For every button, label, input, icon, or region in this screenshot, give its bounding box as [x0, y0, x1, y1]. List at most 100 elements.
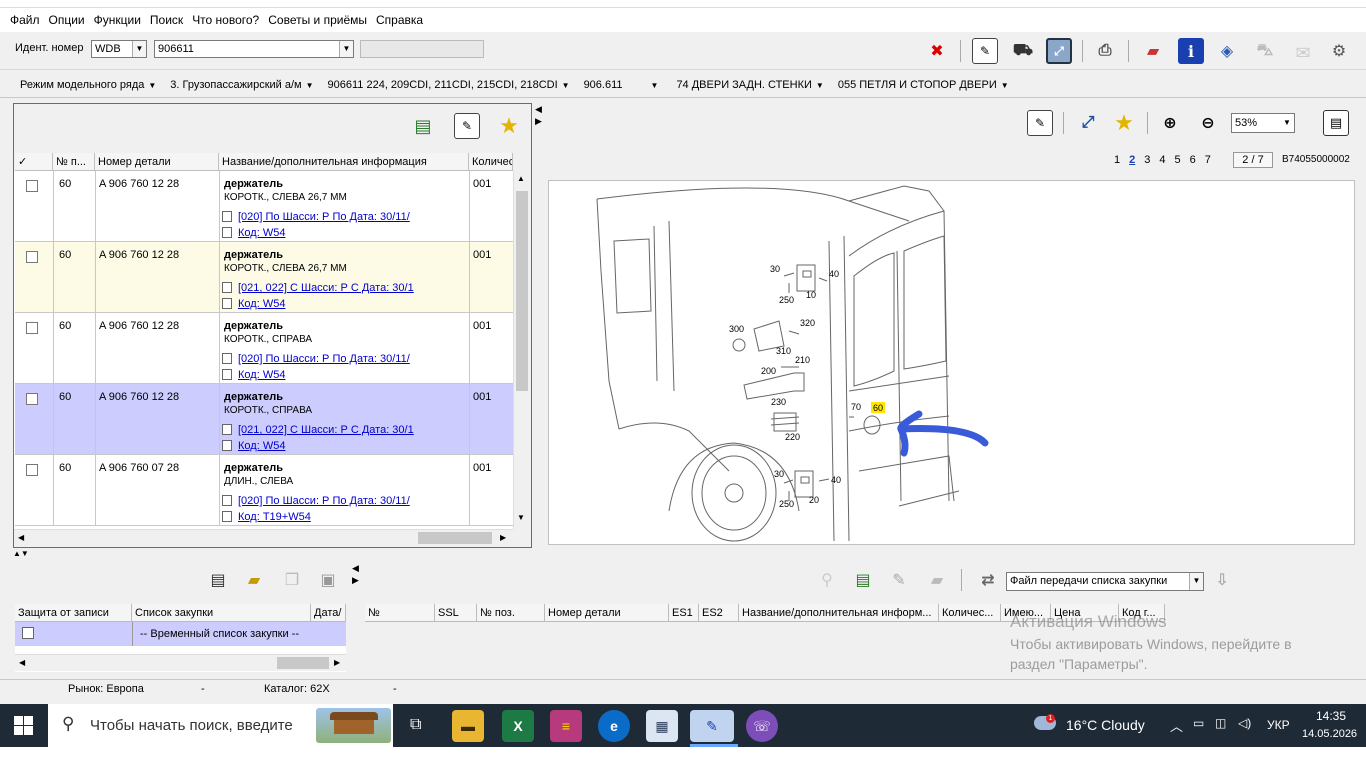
- export-icon[interactable]: ⇩: [1209, 567, 1235, 593]
- row-chassis-link[interactable]: [021, 022] С Шасси: Р С Дата: 30/1: [222, 424, 414, 436]
- transfer-col-6[interactable]: Название/дополнительная информ...: [739, 604, 939, 622]
- notes-icon[interactable]: ✎: [1027, 110, 1053, 136]
- book-icon[interactable]: ◈: [1214, 38, 1240, 64]
- splitter-arrows-icon[interactable]: ▲▼: [13, 549, 29, 558]
- scroll-left-icon[interactable]: ◀: [19, 658, 25, 667]
- new-list-icon[interactable]: ▤: [205, 567, 231, 593]
- add-part-icon[interactable]: ▤: [850, 567, 876, 593]
- horizontal-scrollbar[interactable]: ◀ ▶: [14, 529, 513, 546]
- page-link-6[interactable]: 6: [1190, 154, 1196, 166]
- scroll-left-icon[interactable]: ◀: [18, 533, 24, 542]
- transfer-col-5[interactable]: ES2: [699, 604, 739, 622]
- row-chassis-link[interactable]: [020] По Шасси: Р По Дата: 30/11/: [222, 353, 410, 365]
- clock-date[interactable]: 14.05.2026: [1302, 728, 1357, 740]
- row-code-link[interactable]: Код: W54: [222, 369, 285, 381]
- nav-model[interactable]: 906611 224, 209CDI, 211CDI, 215CDI, 218C…: [328, 79, 570, 91]
- collapse-left-icon[interactable]: ◀: [352, 563, 359, 574]
- transfer-col-7[interactable]: Количес...: [939, 604, 1001, 622]
- file-explorer-icon[interactable]: ▬: [452, 710, 484, 742]
- excel-icon[interactable]: X: [502, 710, 534, 742]
- ident-extra-field[interactable]: [360, 40, 484, 58]
- edge-icon[interactable]: e: [598, 710, 630, 742]
- search-part-icon[interactable]: ⚲: [814, 567, 840, 593]
- transfer-col-0[interactable]: №: [365, 604, 435, 622]
- row-checkbox[interactable]: [26, 464, 38, 476]
- col-qty[interactable]: Количес: [469, 153, 513, 171]
- clock-time[interactable]: 14:35: [1316, 709, 1346, 723]
- favorite-star-icon[interactable]: ★: [496, 113, 522, 139]
- network-icon[interactable]: ◫: [1215, 716, 1226, 730]
- ident-number-select[interactable]: 906611 ▼: [154, 40, 354, 58]
- table-row[interactable]: 60 A 906 760 07 28 держатель ДЛИН., СЛЕВА 00…: [15, 455, 513, 526]
- nav-group[interactable]: 74 ДВЕРИ ЗАДН. СТЕНКИ ▼: [676, 79, 823, 91]
- delete-ident-icon[interactable]: ✖: [924, 38, 950, 64]
- page-link-4[interactable]: 4: [1159, 154, 1165, 166]
- scrollbar-thumb[interactable]: [277, 657, 329, 669]
- open-external-icon[interactable]: ⤢: [1075, 110, 1101, 136]
- input-language[interactable]: УКР: [1267, 718, 1290, 732]
- col-name[interactable]: Название/дополнительная информация: [219, 153, 469, 171]
- col-position[interactable]: № п...: [53, 153, 95, 171]
- transfer-col-2[interactable]: № поз.: [477, 604, 545, 622]
- transfer-col-1[interactable]: SSL: [435, 604, 477, 622]
- page-link-3[interactable]: 3: [1144, 154, 1150, 166]
- copy-icon[interactable]: ❐: [279, 567, 305, 593]
- transfer-file-select[interactable]: Файл передачи списка закупки ▼: [1006, 572, 1204, 591]
- col-part-number[interactable]: Номер детали: [95, 153, 219, 171]
- zoom-out-icon[interactable]: ⊖: [1195, 110, 1221, 136]
- vehicle-icon[interactable]: ⛍: [1252, 38, 1278, 64]
- winrar-icon[interactable]: ≡: [550, 710, 582, 742]
- parts-diagram[interactable]: 30 40 250 10 300 320 310 210 200 230 220…: [548, 180, 1355, 545]
- nav-model-code[interactable]: 906.611 ▼: [584, 79, 659, 91]
- col-check[interactable]: ✓: [15, 153, 53, 171]
- menu-help[interactable]: Справка: [376, 13, 423, 27]
- mail-icon[interactable]: ✉: [1290, 40, 1316, 66]
- scroll-right-icon[interactable]: ▶: [500, 533, 506, 542]
- col-shopping-list[interactable]: Список закупки: [132, 604, 311, 622]
- ident-prefix-select[interactable]: WDB ▼: [91, 40, 147, 58]
- notes-icon[interactable]: ✎: [454, 113, 480, 139]
- scroll-up-icon[interactable]: ▲: [517, 174, 525, 183]
- col-write-protect[interactable]: Защита от записи: [15, 604, 132, 622]
- page-link-7[interactable]: 7: [1205, 154, 1211, 166]
- horizontal-scrollbar[interactable]: ◀ ▶: [15, 654, 346, 671]
- cart-icon[interactable]: ⛟: [1010, 38, 1036, 64]
- active-app-icon[interactable]: ✎: [690, 710, 734, 742]
- print-icon[interactable]: ⎙: [1092, 38, 1118, 64]
- row-checkbox[interactable]: [26, 322, 38, 334]
- row-code-link[interactable]: Код: W54: [222, 440, 285, 452]
- row-chassis-link[interactable]: [021, 022] С Шасси: Р С Дата: 30/1: [222, 282, 414, 294]
- taskbar-search-box[interactable]: ⚲ Чтобы начать поиск, введите: [48, 704, 393, 747]
- menu-functions[interactable]: Функции: [94, 13, 141, 27]
- menu-file[interactable]: Файл: [10, 13, 40, 27]
- page-link-1[interactable]: 1: [1114, 154, 1120, 166]
- fit-screen-icon[interactable]: ⤢: [1046, 38, 1072, 64]
- table-row[interactable]: 60 A 906 760 12 28 держатель КОРОТК., СПРАВ…: [15, 384, 513, 455]
- add-to-list-icon[interactable]: ▤: [410, 113, 436, 139]
- zoom-select[interactable]: 53% ▼: [1231, 113, 1295, 133]
- zoom-in-icon[interactable]: ⊕: [1157, 110, 1183, 136]
- nav-model-mode[interactable]: Режим модельного ряда ▼: [20, 79, 156, 91]
- scrollbar-thumb[interactable]: [418, 532, 492, 544]
- save-icon[interactable]: ▣: [315, 567, 341, 593]
- nav-vehicle-type[interactable]: 3. Грузопассажирский а/м ▼: [170, 79, 313, 91]
- weather-text[interactable]: 16°C Cloudy: [1066, 717, 1145, 733]
- row-code-link[interactable]: Код: T19+W54: [222, 511, 311, 523]
- expand-right-icon[interactable]: ▶: [352, 575, 359, 586]
- row-code-link[interactable]: Код: W54: [222, 227, 285, 239]
- row-chassis-link[interactable]: [020] По Шасси: Р По Дата: 30/11/: [222, 495, 410, 507]
- battery-icon[interactable]: ▭: [1193, 716, 1204, 730]
- open-folder-icon[interactable]: ▰: [241, 567, 267, 593]
- page-link-2[interactable]: 2: [1129, 154, 1135, 166]
- volume-icon[interactable]: ◁): [1238, 716, 1251, 730]
- table-row[interactable]: 60 A 906 760 12 28 держатель КОРОТК., СЛЕВА…: [15, 171, 513, 242]
- notes-icon[interactable]: ✎: [972, 38, 998, 64]
- windows-start-icon[interactable]: [14, 716, 34, 736]
- scroll-right-icon[interactable]: ▶: [334, 658, 340, 667]
- eraser-icon[interactable]: ▰: [924, 567, 950, 593]
- row-code-link[interactable]: Код: W54: [222, 298, 285, 310]
- row-checkbox[interactable]: [26, 180, 38, 192]
- row-checkbox[interactable]: [26, 393, 38, 405]
- shopping-list-row[interactable]: -- Временный список закупки --: [15, 622, 346, 646]
- scroll-down-icon[interactable]: ▼: [517, 513, 525, 522]
